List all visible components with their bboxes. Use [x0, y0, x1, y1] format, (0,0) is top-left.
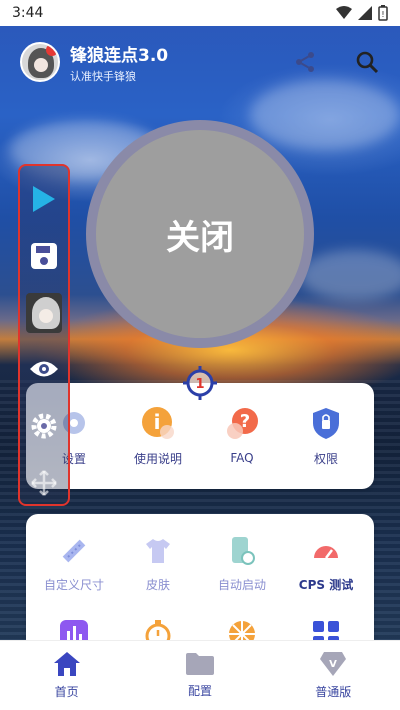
- folder-icon: [185, 653, 214, 675]
- search-icon: [356, 51, 379, 74]
- gear-icon: [31, 413, 57, 439]
- share-icon: [296, 52, 314, 72]
- eye-icon: [30, 361, 58, 377]
- move-icon: [31, 469, 57, 496]
- faq-label: FAQ: [230, 451, 254, 465]
- play-button[interactable]: [26, 178, 62, 221]
- skin-button[interactable]: 皮肤: [116, 534, 200, 593]
- custom-size-label: 自定义尺寸: [43, 578, 104, 592]
- svg-text:!: !: [381, 10, 384, 19]
- auto-start-button[interactable]: 自动启动: [200, 534, 284, 593]
- click-target-number: 1: [195, 377, 204, 392]
- shirt-icon: [146, 539, 170, 563]
- visibility-button[interactable]: [26, 348, 62, 391]
- drag-handle[interactable]: [26, 461, 62, 504]
- svg-text:i: i: [154, 410, 161, 434]
- shield-icon: [313, 407, 339, 439]
- cps-test-button[interactable]: CPS 测试: [284, 534, 368, 593]
- bottom-navigation: 首页 配置 V 普通版: [0, 640, 400, 710]
- nav-edition[interactable]: V 普通版: [283, 651, 383, 700]
- signal-icon: [358, 6, 372, 20]
- battery-icon: !: [378, 5, 388, 21]
- question-icon: ?: [227, 408, 258, 439]
- info-icon: i: [142, 406, 174, 439]
- permissions-label: 权限: [313, 451, 338, 466]
- floating-toolbar[interactable]: [18, 164, 70, 506]
- nav-edition-label: 普通版: [315, 685, 352, 699]
- svg-text:V: V: [329, 659, 337, 670]
- ruler-icon: [62, 539, 86, 563]
- nav-config-label: 配置: [187, 684, 212, 698]
- instructions-button[interactable]: i 使用说明: [118, 406, 198, 467]
- search-button[interactable]: [354, 49, 380, 75]
- instructions-label: 使用说明: [133, 451, 182, 466]
- app-title: 锋狼连点3.0: [70, 45, 169, 66]
- auto-start-label: 自动启动: [217, 578, 266, 592]
- click-target-marker[interactable]: 1: [183, 366, 217, 400]
- save-icon: [31, 243, 57, 269]
- toolbar-settings-button[interactable]: [26, 405, 62, 448]
- save-button[interactable]: [26, 235, 62, 278]
- skin-label: 皮肤: [145, 578, 170, 592]
- play-icon: [33, 186, 55, 213]
- app-header: 锋狼连点3.0 认准快手锋狼: [0, 34, 400, 90]
- phone-icon: [232, 537, 255, 565]
- features-card: 自定义尺寸 皮肤 自动启动 CPS 测试: [26, 514, 374, 654]
- nav-home[interactable]: 首页: [17, 651, 117, 700]
- speedometer-icon: [314, 546, 338, 559]
- permissions-button[interactable]: 权限: [286, 406, 366, 467]
- cps-test-label: CPS 测试: [298, 578, 354, 592]
- nav-config[interactable]: 配置: [150, 652, 250, 699]
- nav-home-label: 首页: [54, 685, 79, 699]
- toggle-circle-label: 关闭: [166, 217, 234, 258]
- custom-size-button[interactable]: 自定义尺寸: [32, 534, 116, 593]
- wifi-icon: [336, 6, 352, 19]
- toggle-circle-button[interactable]: 关闭: [86, 120, 314, 348]
- app-subtitle: 认准快手锋狼: [70, 69, 136, 83]
- status-time: 3:44: [12, 5, 44, 21]
- status-bar: 3:44 !: [0, 0, 400, 26]
- diamond-icon: V: [320, 652, 347, 676]
- share-button[interactable]: [292, 49, 318, 75]
- toolbar-avatar[interactable]: [26, 291, 62, 334]
- avatar[interactable]: [20, 42, 60, 82]
- faq-button[interactable]: ? FAQ: [202, 407, 282, 465]
- home-icon: [53, 652, 80, 676]
